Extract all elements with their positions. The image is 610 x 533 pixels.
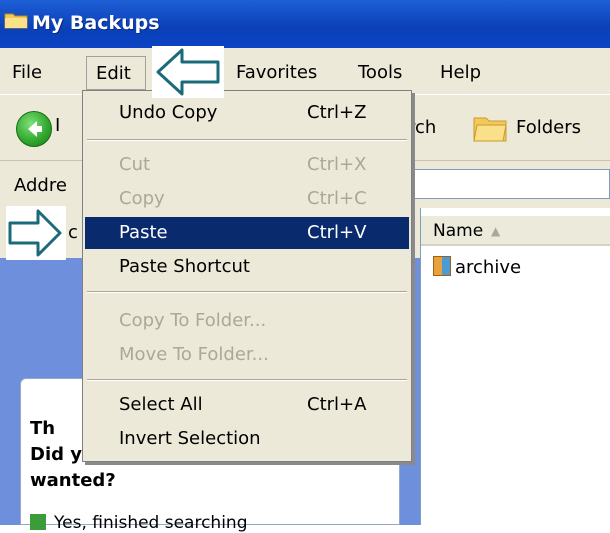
- compressed-folder-icon: [433, 256, 451, 276]
- menu-item-copy-to-folder: Copy To Folder...: [85, 305, 409, 337]
- menu-separator: [87, 379, 407, 381]
- menu-item-move-to-folder: Move To Folder...: [85, 339, 409, 371]
- menu-favorites[interactable]: Favorites: [236, 62, 317, 83]
- folder-icon: [473, 117, 507, 142]
- back-button[interactable]: [16, 111, 52, 147]
- menu-item-paste-shortcut[interactable]: Paste Shortcut: [85, 251, 409, 283]
- annotation-arrow-left-icon: [152, 46, 224, 98]
- arrow-icon: [30, 514, 46, 530]
- menu-item-undo-copy[interactable]: Undo Copy Ctrl+Z: [85, 97, 409, 129]
- task-pane-label: c: [68, 222, 78, 243]
- menu-item-label: Undo Copy: [119, 102, 218, 123]
- sort-ascending-icon: ▲: [491, 224, 501, 238]
- window-title: My Backups: [32, 12, 160, 34]
- menu-edit-label: Edit: [96, 63, 131, 84]
- menu-item-shortcut: Ctrl+V: [307, 222, 367, 243]
- title-bar: My Backups: [0, 0, 610, 48]
- panel-line-3: wanted?: [30, 470, 116, 491]
- list-item[interactable]: archive: [433, 256, 521, 278]
- menu-help[interactable]: Help: [440, 62, 481, 83]
- menu-item-label: Move To Folder...: [119, 344, 269, 365]
- menu-item-label: Select All: [119, 394, 203, 415]
- file-list: Name ▲ archive: [420, 208, 610, 525]
- yes-finished-option[interactable]: Yes, finished searching: [30, 513, 248, 533]
- edit-menu-dropdown: Undo Copy Ctrl+Z Cut Ctrl+X Copy Ctrl+C …: [82, 90, 412, 462]
- search-button-label[interactable]: rch: [408, 117, 436, 138]
- panel-line-1: Th: [30, 418, 56, 439]
- file-name: archive: [455, 257, 522, 278]
- menu-item-paste[interactable]: Paste Ctrl+V: [85, 217, 409, 249]
- menu-item-label: Invert Selection: [119, 428, 261, 449]
- name-column-label: Name: [433, 221, 484, 241]
- menu-item-label: Copy: [119, 188, 165, 209]
- menu-item-shortcut: Ctrl+Z: [307, 102, 367, 123]
- address-input[interactable]: [410, 169, 610, 199]
- menu-item-shortcut: Ctrl+A: [307, 394, 367, 415]
- yes-option-label: Yes, finished searching: [54, 513, 248, 533]
- folders-button[interactable]: Folders: [470, 109, 610, 149]
- name-column-header[interactable]: Name ▲: [421, 216, 610, 246]
- menu-separator: [87, 291, 407, 293]
- menu-item-label: Copy To Folder...: [119, 310, 267, 331]
- menu-tools[interactable]: Tools: [358, 62, 402, 83]
- back-arrow-icon: [28, 121, 42, 137]
- menu-edit[interactable]: Edit: [86, 56, 146, 90]
- menu-separator: [87, 139, 407, 141]
- address-label: Addre: [14, 175, 67, 196]
- menu-item-label: Paste Shortcut: [119, 256, 250, 277]
- folder-icon: [4, 13, 28, 29]
- menu-item-select-all[interactable]: Select All Ctrl+A: [85, 389, 409, 421]
- menu-item-label: Paste: [119, 222, 168, 243]
- menu-item-shortcut: Ctrl+C: [307, 188, 367, 209]
- folders-label: Folders: [516, 117, 582, 138]
- annotation-arrow-right-icon: [6, 206, 66, 260]
- back-label: I: [55, 115, 61, 136]
- menu-item-invert-selection[interactable]: Invert Selection: [85, 423, 409, 455]
- menu-item-copy: Copy Ctrl+C: [85, 183, 409, 215]
- menu-item-shortcut: Ctrl+X: [307, 154, 367, 175]
- menu-file[interactable]: File: [12, 62, 42, 83]
- menu-item-label: Cut: [119, 154, 151, 175]
- menu-item-cut: Cut Ctrl+X: [85, 149, 409, 181]
